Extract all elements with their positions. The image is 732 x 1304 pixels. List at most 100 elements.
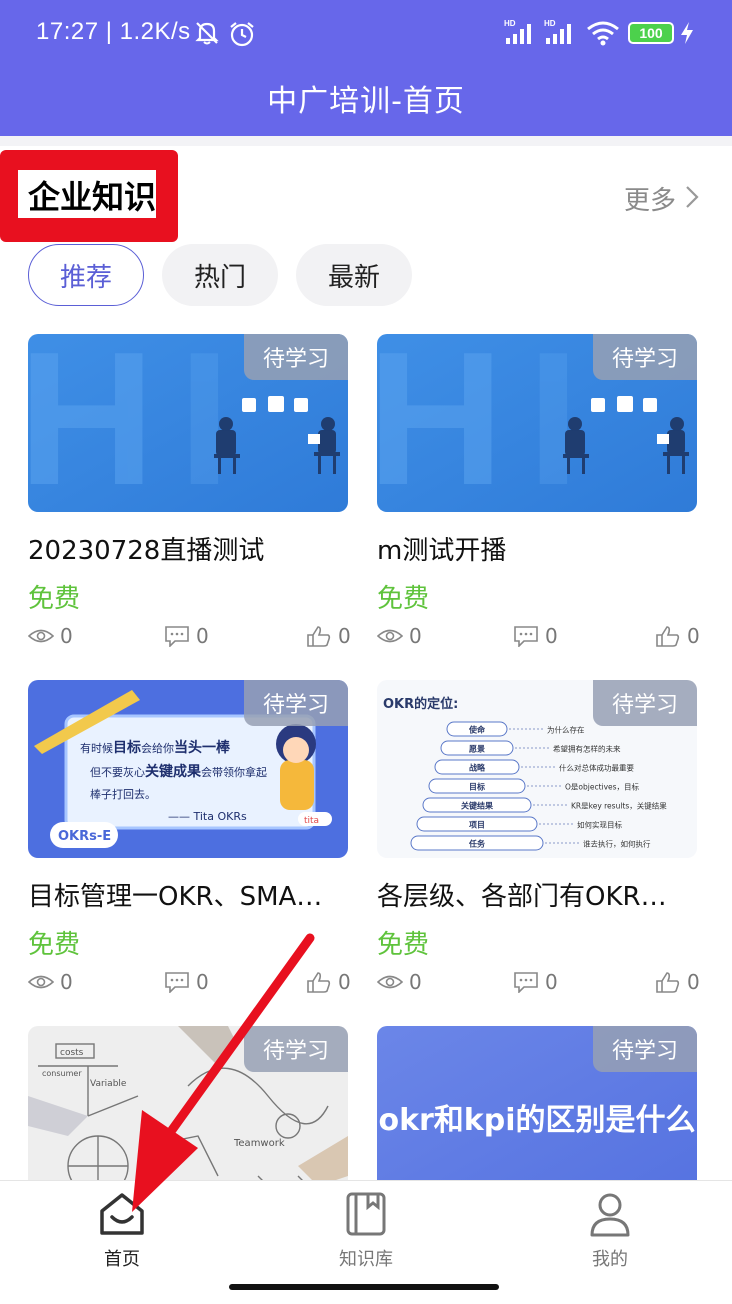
header-divider bbox=[0, 136, 732, 146]
thumbs-up-icon bbox=[656, 972, 680, 993]
more-link[interactable]: 更多 bbox=[624, 180, 676, 217]
thumb-text: tita bbox=[304, 816, 319, 826]
charging-icon bbox=[681, 22, 693, 44]
home-icon bbox=[100, 1193, 144, 1235]
comments-stat: 0 bbox=[513, 624, 558, 648]
comments-stat: 0 bbox=[164, 970, 209, 994]
views-count: 0 bbox=[60, 624, 73, 648]
nav-knowledge-base[interactable]: 知识库 bbox=[306, 1191, 426, 1271]
comments-count: 0 bbox=[196, 970, 209, 994]
comment-icon bbox=[514, 972, 538, 993]
nav-label: 我的 bbox=[592, 1249, 628, 1270]
thumb-text: Teamwork bbox=[233, 1138, 285, 1149]
course-title[interactable]: m测试开播 bbox=[377, 530, 697, 567]
thumb-text: OKR的定位: bbox=[383, 696, 458, 712]
okr-level: 愿景 bbox=[469, 744, 485, 754]
comment-icon bbox=[165, 626, 189, 647]
svg-text:H: H bbox=[377, 334, 504, 512]
course-thumbnail[interactable]: OKR的定位: 使命 为什么存在 愿景 希望拥有怎样的未来 战略 什么对总体成功最重要 目标… bbox=[377, 680, 697, 858]
battery-indicator: 100 bbox=[628, 22, 674, 44]
svg-text:H: H bbox=[28, 334, 155, 512]
status-time: 17:27 | 1.2K/s bbox=[36, 18, 191, 45]
eye-icon bbox=[377, 975, 403, 989]
svg-text:HD: HD bbox=[544, 19, 556, 28]
comment-icon bbox=[165, 972, 189, 993]
views-stat: 0 bbox=[377, 970, 422, 994]
course-thumbnail[interactable]: okr和kpi的区别是什么 待学习 bbox=[377, 1026, 697, 1204]
thumb-text: 但不要灰心 bbox=[90, 765, 145, 779]
wifi-icon bbox=[587, 21, 619, 46]
okr-level: 项目 bbox=[469, 821, 485, 830]
chevron-right-icon[interactable] bbox=[684, 184, 700, 210]
course-title[interactable]: 目标管理一OKR、SMA… bbox=[28, 876, 348, 913]
user-icon bbox=[590, 1193, 630, 1237]
okr-description: 为什么存在 bbox=[547, 725, 585, 735]
thumb-text: 有时候 bbox=[80, 741, 113, 755]
course-thumbnail[interactable]: H I 待学习 bbox=[377, 334, 697, 512]
likes-count: 0 bbox=[338, 624, 351, 648]
course-title[interactable]: 20230728直播测试 bbox=[28, 530, 348, 567]
thumb-text: 会给你 bbox=[141, 742, 174, 755]
thumbs-up-icon bbox=[656, 626, 680, 647]
status-badge: 待学习 bbox=[593, 1026, 697, 1072]
course-price: 免费 bbox=[28, 584, 81, 614]
course-price: 免费 bbox=[377, 584, 430, 614]
section-title: 企业知识 bbox=[28, 178, 157, 216]
thumb-text: 当头一棒 bbox=[174, 739, 231, 756]
okr-description: 希望拥有怎样的未来 bbox=[553, 744, 621, 754]
likes-stat: 0 bbox=[306, 624, 351, 648]
okr-description: 如何实现目标 bbox=[577, 820, 622, 830]
course-thumbnail[interactable]: costs consumer Variable Teamwork 待学习 bbox=[28, 1026, 348, 1204]
comments-count: 0 bbox=[545, 624, 558, 648]
likes-count: 0 bbox=[687, 970, 700, 994]
eye-icon bbox=[28, 629, 54, 643]
views-count: 0 bbox=[409, 970, 422, 994]
thumbs-up-icon bbox=[307, 972, 331, 993]
comment-icon bbox=[514, 626, 538, 647]
status-badge: 待学习 bbox=[593, 334, 697, 380]
thumb-text: consumer bbox=[42, 1069, 82, 1078]
tab-hot[interactable]: 热门 bbox=[162, 244, 278, 306]
course-stats: 0 0 0 bbox=[377, 970, 700, 1000]
book-icon bbox=[346, 1192, 386, 1236]
svg-text:HD: HD bbox=[504, 19, 516, 28]
likes-stat: 0 bbox=[655, 970, 700, 994]
comments-count: 0 bbox=[196, 624, 209, 648]
thumb-text: OKRs-E bbox=[58, 829, 111, 844]
tab-recommended[interactable]: 推荐 bbox=[28, 244, 144, 306]
app-header: 17:27 | 1.2K/s HD HD 100 中广培训-首页 bbox=[0, 0, 732, 136]
thumbs-up-icon bbox=[307, 626, 331, 647]
comments-stat: 0 bbox=[513, 970, 558, 994]
okr-level: 使命 bbox=[468, 725, 486, 735]
comments-count: 0 bbox=[545, 970, 558, 994]
course-stats: 0 0 0 bbox=[28, 970, 351, 1000]
eye-icon bbox=[28, 975, 54, 989]
nav-label: 知识库 bbox=[339, 1249, 393, 1270]
likes-count: 0 bbox=[687, 624, 700, 648]
likes-count: 0 bbox=[338, 970, 351, 994]
okr-level: 关键结果 bbox=[461, 801, 493, 811]
comments-stat: 0 bbox=[164, 624, 209, 648]
course-thumbnail[interactable]: H I 待学习 bbox=[28, 334, 348, 512]
eye-icon bbox=[377, 629, 403, 643]
course-price: 免费 bbox=[28, 930, 81, 960]
status-badge: 待学习 bbox=[244, 334, 348, 380]
views-stat: 0 bbox=[28, 970, 73, 994]
okr-level: 任务 bbox=[468, 839, 486, 849]
likes-stat: 0 bbox=[306, 970, 351, 994]
bell-muted-icon bbox=[195, 22, 219, 45]
signal-icon: HD bbox=[544, 19, 571, 44]
tab-latest[interactable]: 最新 bbox=[296, 244, 412, 306]
course-title[interactable]: 各层级、各部门有OKR… bbox=[377, 876, 697, 913]
thumb-text: 棒子打回去。 bbox=[90, 787, 156, 801]
course-thumbnail[interactable]: 有时候目标会给你当头一棒 但不要灰心关键成果会带领你拿起 棒子打回去。 —— T… bbox=[28, 680, 348, 858]
thumb-text: Variable bbox=[90, 1079, 127, 1089]
nav-profile[interactable]: 我的 bbox=[550, 1191, 670, 1271]
okr-level: 战略 bbox=[469, 763, 486, 773]
nav-home[interactable]: 首页 bbox=[62, 1191, 182, 1271]
course-price: 免费 bbox=[377, 930, 430, 960]
svg-text:有时候目标会给你当头一棒: 有时候目标会给你当头一棒 bbox=[80, 739, 231, 756]
okr-description: O是objectives，目标 bbox=[565, 782, 640, 792]
alarm-icon bbox=[230, 22, 254, 47]
home-indicator bbox=[229, 1284, 499, 1290]
